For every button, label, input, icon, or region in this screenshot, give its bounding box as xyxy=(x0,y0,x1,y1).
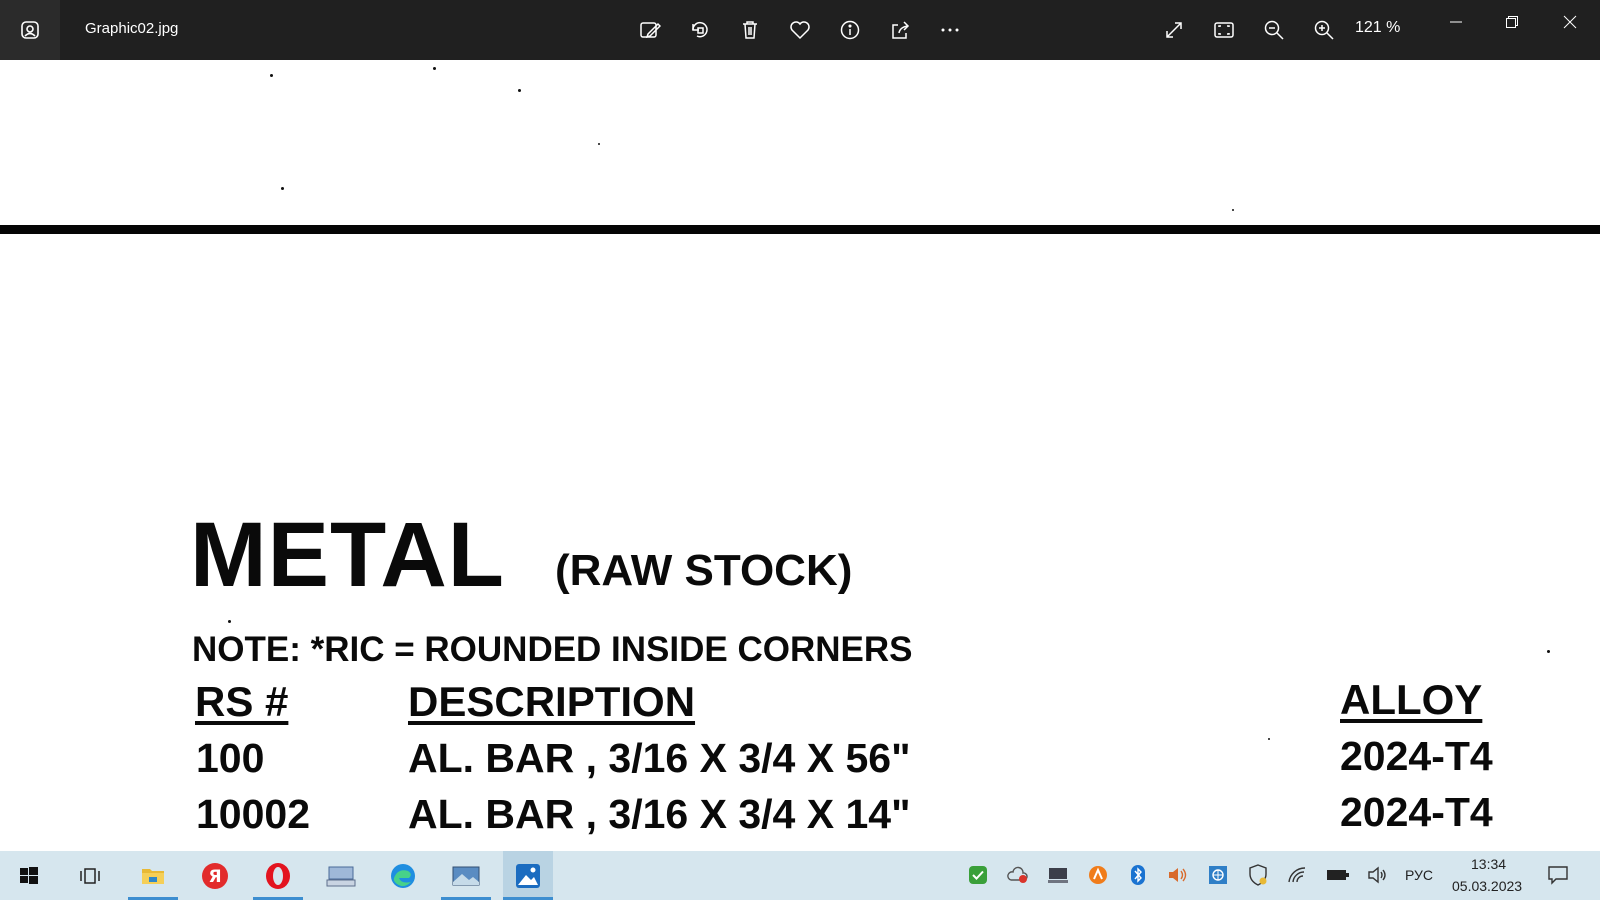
zoom-level: 121 % xyxy=(1355,19,1401,36)
file-name-title: Graphic02.jpg xyxy=(85,20,179,37)
row-1-description: AL. BAR , 3/16 X 3/4 X 56" xyxy=(408,735,911,781)
doc-title: METAL xyxy=(190,504,506,606)
opera-browser-icon[interactable] xyxy=(253,851,303,900)
doc-note: NOTE: *RIC = ROUNDED INSIDE CORNERS xyxy=(192,630,913,669)
taskbar: Я РУС 13:34 05.03.2023 xyxy=(0,851,1600,900)
fit-to-window-icon[interactable] xyxy=(1204,10,1244,50)
zoom-out-icon[interactable] xyxy=(1254,10,1294,50)
column-header-description: DESCRIPTION xyxy=(408,678,696,725)
row-2-rs: 10002 xyxy=(196,791,311,837)
restore-icon[interactable] xyxy=(1484,0,1540,44)
column-header-rs: RS # xyxy=(195,678,289,725)
scan-speck xyxy=(1547,650,1550,653)
image-app-icon[interactable] xyxy=(441,851,491,900)
image-viewport[interactable]: METAL (RAW STOCK) NOTE: *RIC = ROUNDED I… xyxy=(0,60,1600,851)
bluetooth-icon[interactable] xyxy=(1126,863,1150,887)
scan-speck xyxy=(281,187,284,190)
row-1-alloy: 2024-T4 xyxy=(1340,733,1493,779)
scan-speck xyxy=(270,74,273,77)
keyboard-app-icon[interactable] xyxy=(316,851,366,900)
network-app-icon[interactable] xyxy=(1206,863,1230,887)
volume-icon[interactable] xyxy=(1166,863,1190,887)
info-icon[interactable] xyxy=(830,10,870,50)
windows-start-icon[interactable] xyxy=(4,851,54,900)
row-2-description: AL. BAR , 3/16 X 3/4 X 14" xyxy=(408,791,911,837)
scan-speck xyxy=(1268,738,1270,740)
clock-date[interactable]: 05.03.2023 xyxy=(1452,878,1522,894)
language-indicator[interactable]: РУС xyxy=(1405,867,1433,883)
scan-speck xyxy=(1232,209,1234,211)
scan-speck xyxy=(518,89,521,92)
speaker-icon[interactable] xyxy=(1366,863,1390,887)
edit-image-icon[interactable] xyxy=(630,10,670,50)
monitor-icon[interactable] xyxy=(1046,863,1070,887)
cloud-alert-icon[interactable] xyxy=(1006,863,1030,887)
battery-icon[interactable] xyxy=(1326,863,1350,887)
file-explorer-icon[interactable] xyxy=(128,851,178,900)
doc-subtitle: (RAW STOCK) xyxy=(555,546,853,595)
horizontal-rule xyxy=(0,225,1600,234)
yandex-browser-icon[interactable]: Я xyxy=(190,851,240,900)
wifi-icon[interactable] xyxy=(1286,863,1310,887)
close-icon[interactable] xyxy=(1542,0,1598,44)
svg-text:Я: Я xyxy=(208,867,221,887)
security-icon[interactable] xyxy=(1246,863,1270,887)
share-icon[interactable] xyxy=(880,10,920,50)
photos-app-icon[interactable] xyxy=(0,0,60,60)
clock-time[interactable]: 13:34 xyxy=(1471,856,1506,872)
rotate-icon[interactable] xyxy=(680,10,720,50)
row-1-rs: 100 xyxy=(196,735,265,781)
scan-speck xyxy=(598,143,600,145)
avast-icon[interactable] xyxy=(1086,863,1110,887)
fullscreen-icon[interactable] xyxy=(1154,10,1194,50)
minimize-icon[interactable] xyxy=(1428,0,1484,44)
title-bar: Graphic02.jpg 121 % xyxy=(0,0,1600,60)
edge-browser-icon[interactable] xyxy=(378,851,428,900)
delete-icon[interactable] xyxy=(730,10,770,50)
notifications-icon[interactable] xyxy=(1546,863,1570,887)
photos-app-icon[interactable] xyxy=(503,851,553,900)
more-icon[interactable] xyxy=(930,10,970,50)
scan-speck xyxy=(433,67,436,70)
task-view-icon[interactable] xyxy=(65,851,115,900)
favorite-icon[interactable] xyxy=(780,10,820,50)
zoom-in-icon[interactable] xyxy=(1304,10,1344,50)
scan-speck xyxy=(228,620,231,623)
shield-check-icon[interactable] xyxy=(966,863,990,887)
row-2-alloy: 2024-T4 xyxy=(1340,789,1493,835)
column-header-alloy: ALLOY xyxy=(1340,676,1483,723)
